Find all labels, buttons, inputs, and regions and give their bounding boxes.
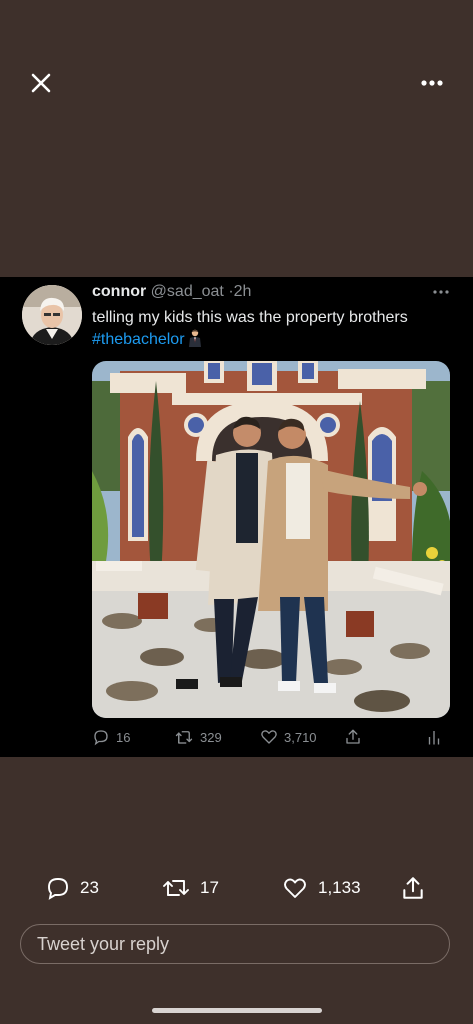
hashtag-link[interactable]: #thebachelor	[92, 331, 185, 348]
reply-icon	[94, 730, 108, 746]
like-count: 3,710	[284, 729, 317, 745]
close-icon	[31, 73, 51, 93]
reply-count: 23	[80, 878, 99, 897]
retweet-icon	[163, 880, 189, 896]
tweet-more-button[interactable]	[430, 283, 452, 301]
share-icon	[346, 729, 360, 744]
heart-icon	[261, 730, 277, 744]
tweet-text: telling my kids this was the property br…	[92, 307, 462, 351]
retweet-count: 329	[200, 729, 222, 745]
more-icon	[421, 80, 443, 86]
man-in-suit-emoji-icon	[188, 329, 201, 347]
user-handle[interactable]: @sad_oat	[151, 283, 224, 300]
retweet-action[interactable]: 329	[174, 725, 222, 749]
share-icon	[403, 877, 423, 899]
reply-action[interactable]: 16	[92, 725, 130, 749]
heart-icon	[284, 878, 306, 898]
close-button[interactable]	[28, 70, 54, 96]
tweet-time: 2h	[233, 283, 252, 300]
reply-icon	[48, 878, 68, 900]
reply-placeholder: Tweet your reply	[37, 933, 170, 954]
tweet-inline-actions: 16 329 3,710	[92, 725, 452, 749]
reply-input[interactable]: Tweet your reply	[20, 924, 450, 964]
avatar[interactable]	[22, 285, 82, 345]
tweet-card[interactable]: connor @sad_oat ·2h telling my kids this…	[0, 277, 473, 757]
tweet-photo[interactable]	[92, 361, 450, 718]
analytics-action[interactable]	[426, 725, 442, 749]
viewer-top-bar	[0, 0, 473, 170]
like-count: 1,133	[318, 878, 361, 897]
retweet-button[interactable]: 17	[162, 874, 219, 902]
more-icon	[433, 290, 449, 294]
retweet-count: 17	[200, 878, 219, 897]
share-action[interactable]	[344, 725, 362, 749]
display-name[interactable]: connor	[92, 283, 146, 300]
home-indicator[interactable]	[152, 1008, 322, 1013]
tweet-header: connor @sad_oat ·2h	[92, 283, 453, 305]
reply-button[interactable]: 23	[46, 874, 99, 902]
like-button[interactable]: 1,133	[282, 874, 361, 902]
viewer-action-bar: 23 17 1,133	[0, 870, 473, 906]
tweet-body: telling my kids this was the property br…	[92, 309, 408, 326]
more-options-button[interactable]	[418, 72, 446, 94]
like-action[interactable]: 3,710	[260, 725, 317, 749]
share-button[interactable]	[400, 874, 426, 902]
reply-count: 16	[116, 729, 131, 745]
analytics-icon	[428, 731, 440, 745]
retweet-icon	[175, 731, 193, 744]
